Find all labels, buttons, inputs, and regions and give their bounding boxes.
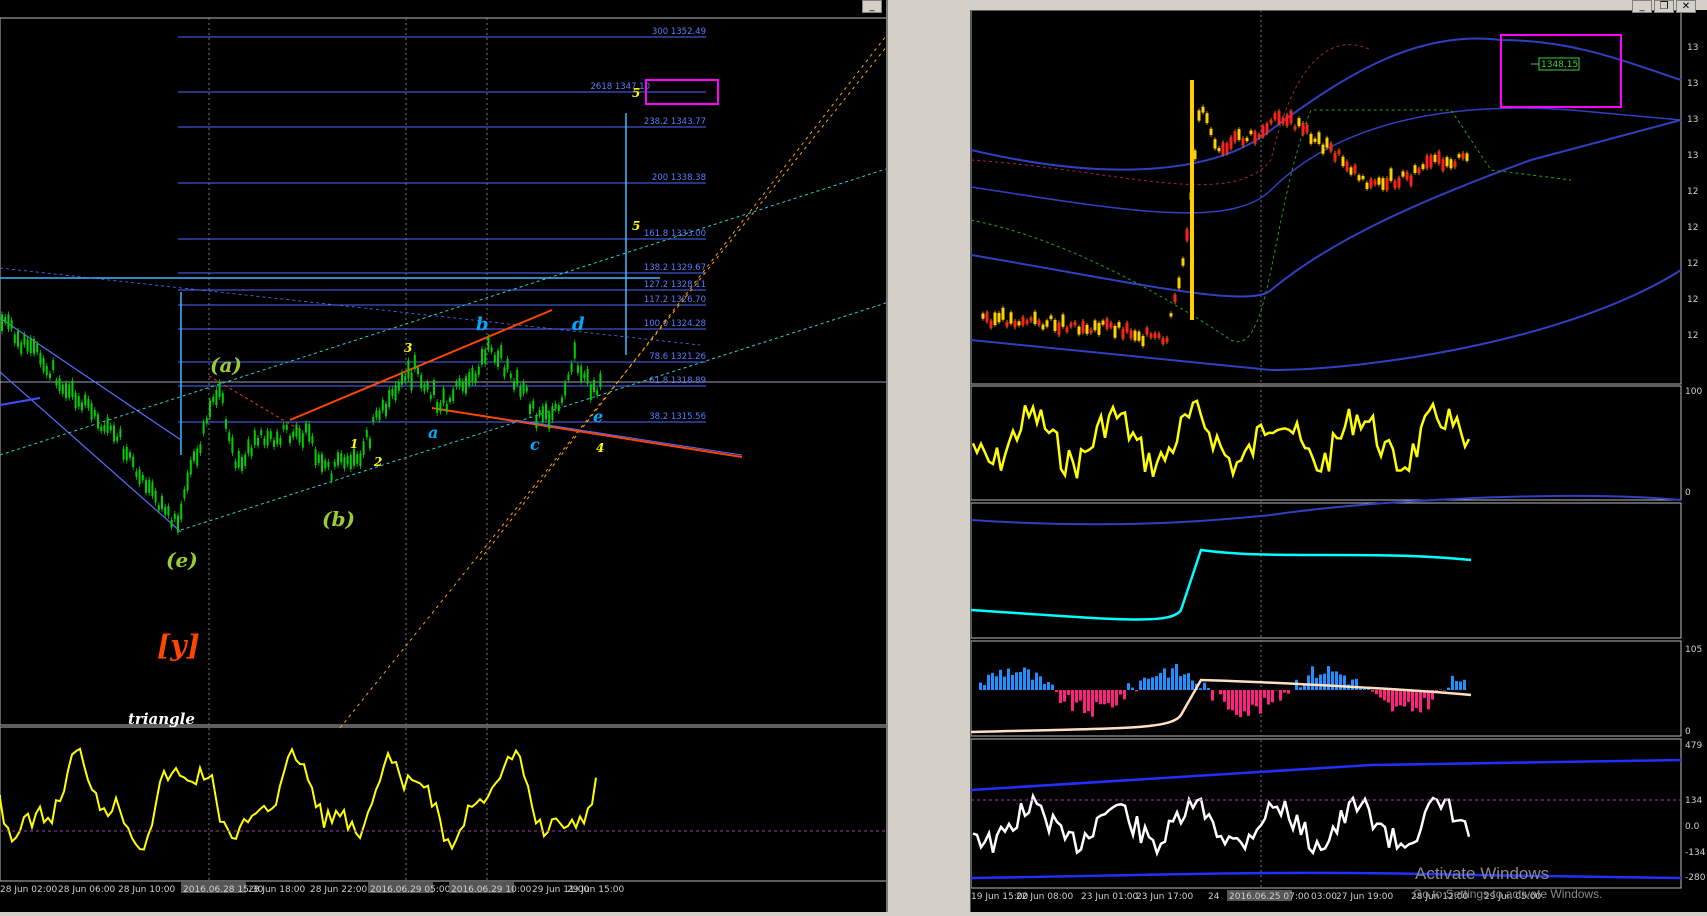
- right-price-tick: 12: [1687, 187, 1698, 197]
- wave-label-w5: 5: [632, 86, 640, 100]
- right-price-tick: 13: [1687, 43, 1698, 53]
- fib-label: 300 1352.49: [652, 27, 706, 37]
- pane4-scale-tick: 105: [1685, 645, 1702, 655]
- minimize-button[interactable]: _: [862, 0, 882, 13]
- time-label: 2016.06.29 10:00: [451, 885, 532, 895]
- right-price-tick: 12: [1687, 223, 1698, 233]
- right-time-label: 22 Jun 08:00: [1016, 892, 1073, 902]
- fib-label: 238.2 1343.77: [644, 117, 706, 127]
- wave-label-y: [y]: [157, 629, 200, 662]
- left-oscillator-line: [0, 746, 597, 851]
- right-close-button[interactable]: ✕: [1676, 0, 1696, 13]
- time-label: 2016.06.29 05:00: [370, 885, 451, 895]
- pane5-scale-tick: 134: [1685, 796, 1702, 806]
- wave-label-sc: c: [530, 435, 540, 454]
- left-candles: [1, 311, 602, 536]
- right-time-label: 24: [1208, 892, 1220, 902]
- fib-label: 138.2 1329.67: [644, 263, 706, 273]
- left-chart-window[interactable]: 300 1352.49 2618 1347.10 238.2 1343.77 200 …: [0, 0, 888, 912]
- stochastic-line: [971, 399, 1471, 480]
- wave-label-w3: 3: [404, 341, 412, 355]
- right-time-label: 2016.06.25 07:00: [1229, 892, 1310, 902]
- pane5-scale-tick: 479: [1685, 741, 1702, 751]
- fib-label: 38.2 1315.56: [649, 412, 706, 422]
- cci-line: [972, 792, 1471, 857]
- price-label: 1348.15: [1541, 60, 1578, 70]
- fib-label: 200 1338.38: [652, 173, 706, 183]
- time-label: 28 Jun 02:00: [0, 885, 57, 895]
- fib-label: 78.6 1321.26: [649, 352, 706, 362]
- wave-label-w4: 4: [596, 441, 604, 455]
- pane5-scale-tick: -280: [1685, 873, 1706, 883]
- right-restore-button[interactable]: ❐: [1654, 0, 1674, 13]
- activate-windows-title: Activate Windows: [1415, 864, 1550, 883]
- pane4-scale-tick: 0: [1685, 727, 1691, 737]
- triangle-label: triangle: [128, 710, 195, 728]
- time-label: 28 Jun 10:00: [118, 885, 175, 895]
- cyan-oscillator-line: [971, 548, 1472, 621]
- time-label: 28 Jun 06:00: [58, 885, 115, 895]
- wave-label-sa: a: [428, 423, 438, 442]
- right-time-label: 23 Jun 01:00: [1081, 892, 1138, 902]
- right-price-tick: 12: [1687, 295, 1698, 305]
- wave-label-a: (a): [210, 353, 242, 377]
- right-price-tick: 13: [1687, 115, 1698, 125]
- pane5-scale-tick: 0.0: [1685, 822, 1700, 832]
- fib-label: 117.2 1326.70: [644, 295, 706, 305]
- fib-label: 127.2 1328.11: [644, 280, 706, 290]
- right-chart-window[interactable]: 1348.15 13 13 13 13 12 12 12 12 12 100 0 105 0 479 134…: [970, 10, 1707, 912]
- pane2-scale-tick: 100: [1685, 387, 1702, 397]
- pane5-scale-tick: -134: [1685, 848, 1706, 858]
- right-price-tick: 12: [1687, 259, 1698, 269]
- right-price-tick: 12: [1687, 331, 1698, 341]
- right-price-tick: 13: [1687, 151, 1698, 161]
- right-time-label: 27 Jun 19:00: [1336, 892, 1393, 902]
- right-time-label: 23 Jun 17:00: [1136, 892, 1193, 902]
- time-label: 28 Jun 18:00: [248, 885, 305, 895]
- right-time-label: 03:00: [1311, 892, 1337, 902]
- right-minimize-button[interactable]: _: [1632, 0, 1652, 13]
- wave-label-sb: b: [476, 314, 489, 335]
- wave-label-w1: 1: [350, 437, 358, 451]
- fib-label: 2618 1347.10: [591, 82, 650, 92]
- right-chart-canvas[interactable]: 1348.15 13 13 13 13 12 12 12 12 12 100 0 105 0 479 134…: [971, 10, 1707, 912]
- left-chart-canvas[interactable]: 300 1352.49 2618 1347.10 238.2 1343.77 200 …: [0, 0, 886, 912]
- activate-windows-subtitle: Go to Settings to activate Windows.: [1413, 887, 1603, 901]
- wave-label-e: (e): [166, 548, 198, 572]
- pane2-scale-tick: 0: [1685, 488, 1691, 498]
- wave-label-b: (b): [322, 507, 355, 531]
- fib-label: 61.8 1318.89: [649, 376, 706, 386]
- wave-label-w2: 2: [373, 455, 382, 469]
- fib-label: 100.0 1324.28: [644, 319, 706, 329]
- right-price-tick: 13: [1687, 79, 1698, 89]
- wave-label-w5b: 5: [632, 219, 640, 233]
- time-label: 28 Jun 22:00: [310, 885, 367, 895]
- time-label: 29 Jun 15:00: [567, 885, 624, 895]
- wave-label-se: e: [593, 407, 603, 426]
- wave-label-sd: d: [572, 314, 585, 335]
- right-candles: 1348.15: [981, 34, 1622, 349]
